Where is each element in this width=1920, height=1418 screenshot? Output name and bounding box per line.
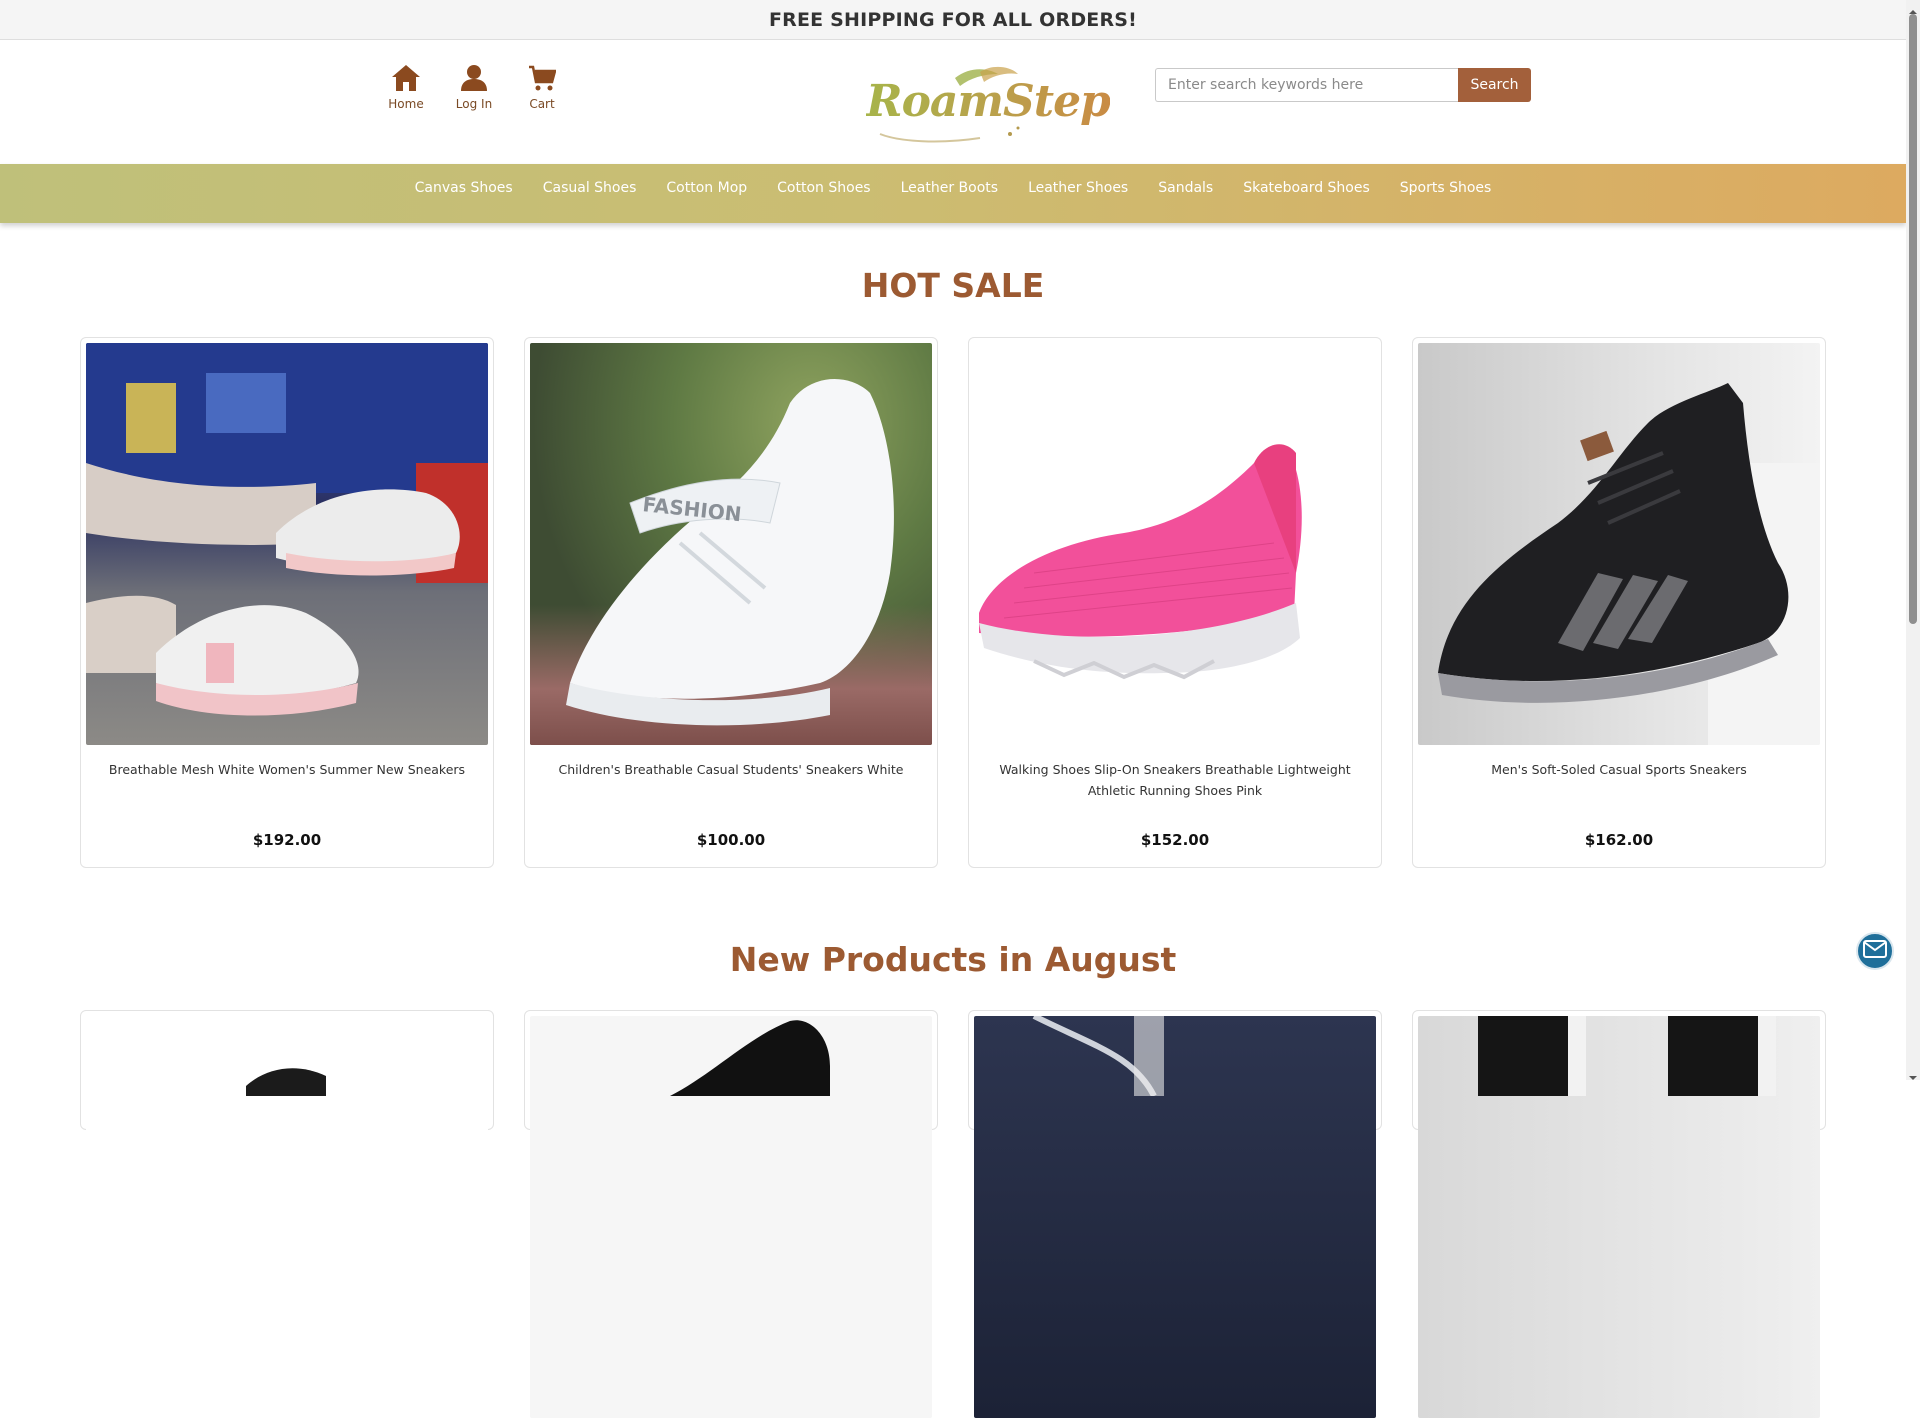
product-card[interactable]: Breathable Mesh White Women's Summer New… (80, 337, 494, 868)
hot-sale-grid: Breathable Mesh White Women's Summer New… (80, 337, 1826, 868)
product-image[interactable] (530, 1016, 932, 1418)
category-sandals[interactable]: Sandals (1143, 180, 1228, 196)
product-image[interactable] (974, 343, 1376, 745)
product-card[interactable]: Walking Shoes Slip-On Sneakers Breathabl… (968, 337, 1382, 868)
product-card[interactable] (524, 1010, 938, 1418)
search-button[interactable]: Search (1458, 68, 1531, 102)
category-canvas-shoes[interactable]: Canvas Shoes (400, 180, 528, 196)
product-image[interactable] (86, 343, 488, 745)
product-image[interactable] (1418, 343, 1820, 745)
shoe-illustration (670, 1020, 830, 1096)
scrollbar-thumb[interactable] (1909, 14, 1917, 624)
search-input[interactable] (1155, 68, 1458, 102)
free-shipping-banner: FREE SHIPPING FOR ALL ORDERS! (0, 0, 1906, 40)
roamstep-logo[interactable]: RoamStep (860, 64, 1111, 148)
category-skateboard-shoes[interactable]: Skateboard Shoes (1228, 180, 1385, 196)
banner-text: FREE SHIPPING FOR ALL ORDERS! (768, 8, 1138, 31)
logo-text: RoamStep (866, 76, 1111, 127)
category-cotton-mop[interactable]: Cotton Mop (651, 180, 762, 196)
product-name[interactable]: Walking Shoes Slip-On Sneakers Breathabl… (974, 759, 1376, 823)
scroll-up-arrow-icon[interactable] (1908, 2, 1918, 14)
search-bar: Search (1155, 68, 1531, 102)
product-card[interactable] (1412, 1010, 1826, 1418)
login-link[interactable]: Log In (440, 58, 508, 111)
sneaker-illustration (86, 343, 488, 716)
site-header: Home Log In Cart RoamStep Search (0, 40, 1906, 164)
header-nav: Home Log In Cart (372, 58, 576, 111)
category-casual-shoes[interactable]: Casual Shoes (528, 180, 652, 196)
user-icon (460, 58, 488, 92)
page-scrollbar[interactable] (1906, 0, 1920, 1080)
pink-sock-sneaker-illustration (979, 444, 1302, 680)
product-image[interactable]: FASHION (530, 343, 932, 745)
contact-mail-button[interactable] (1856, 932, 1894, 970)
product-price: $152.00 (1140, 831, 1210, 849)
product-image[interactable] (86, 1016, 488, 1418)
shoe-illustration (246, 1068, 326, 1096)
product-image[interactable] (974, 1016, 1376, 1418)
product-image[interactable] (1418, 1016, 1820, 1418)
product-price: $100.00 (696, 831, 766, 849)
product-card[interactable]: FASHION Children's Breathable Casual Stu… (524, 337, 938, 868)
product-price: $192.00 (252, 831, 322, 849)
login-label: Log In (455, 97, 493, 111)
mail-icon (1863, 940, 1887, 962)
home-icon (391, 58, 421, 92)
category-sports-shoes[interactable]: Sports Shoes (1385, 180, 1507, 196)
home-link[interactable]: Home (372, 58, 440, 111)
pants-illustration (1032, 1016, 1164, 1098)
cart-link[interactable]: Cart (508, 58, 576, 111)
category-leather-shoes[interactable]: Leather Shoes (1013, 180, 1143, 196)
category-list: Canvas Shoes Casual Shoes Cotton Mop Cot… (400, 180, 1507, 202)
new-products-title: New Products in August (729, 940, 1177, 979)
hot-sale-title: HOT SALE (861, 266, 1045, 305)
product-card[interactable] (80, 1010, 494, 1418)
home-label: Home (388, 97, 424, 111)
product-card[interactable] (968, 1010, 1382, 1418)
product-card[interactable]: Men's Soft-Soled Casual Sports Sneakers … (1412, 337, 1826, 868)
product-name[interactable]: Breathable Mesh White Women's Summer New… (86, 759, 488, 823)
pants-illustration (1478, 1016, 1776, 1096)
category-cotton-shoes[interactable]: Cotton Shoes (762, 180, 885, 196)
product-name[interactable]: Children's Breathable Casual Students' S… (530, 759, 932, 823)
cart-icon (528, 58, 556, 92)
black-leather-sneaker-illustration (1438, 383, 1820, 745)
category-leather-boots[interactable]: Leather Boots (886, 180, 1013, 196)
new-products-grid (80, 1010, 1826, 1418)
product-name[interactable]: Men's Soft-Soled Casual Sports Sneakers (1418, 759, 1820, 823)
product-price: $162.00 (1584, 831, 1654, 849)
cart-label: Cart (529, 97, 555, 111)
scroll-down-arrow-icon[interactable] (1908, 1068, 1918, 1080)
category-nav: Canvas Shoes Casual Shoes Cotton Mop Cot… (0, 164, 1906, 223)
kids-sneaker-illustration: FASHION (566, 379, 894, 726)
